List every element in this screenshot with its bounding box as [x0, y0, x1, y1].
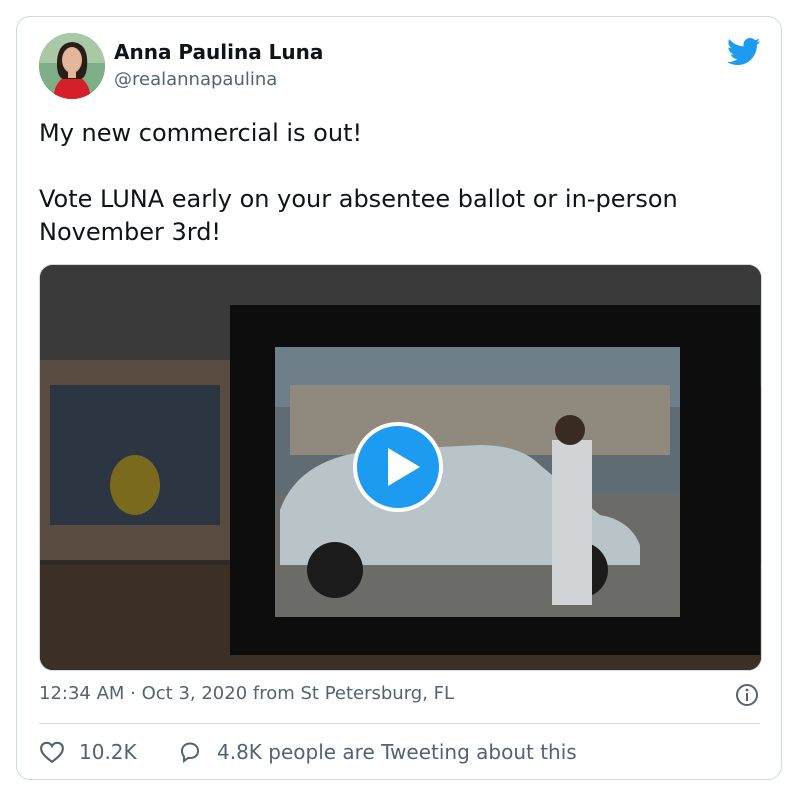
tweet-text: My new commercial is out! Vote LUNA earl… — [39, 119, 678, 246]
like-button[interactable]: 10.2K — [39, 737, 137, 767]
avatar[interactable] — [39, 33, 105, 99]
author-name[interactable]: Anna Paulina Luna — [114, 40, 323, 64]
info-icon[interactable] — [735, 683, 759, 707]
play-button[interactable] — [353, 422, 443, 512]
tweet-card: Anna Paulina Luna @realannapaulina My ne… — [16, 16, 782, 780]
conversation-count-label: 4.8K people are Tweeting about this — [217, 740, 577, 764]
conversation-link[interactable]: 4.8K people are Tweeting about this — [177, 737, 577, 767]
tweet-timestamp[interactable]: 12:34 AM · Oct 3, 2020 from St Petersbur… — [39, 683, 454, 704]
twitter-bird-icon[interactable] — [727, 37, 761, 67]
video-thumbnail[interactable] — [39, 264, 762, 671]
play-icon — [388, 448, 420, 486]
heart-icon — [40, 741, 64, 764]
divider — [39, 723, 760, 724]
author-handle[interactable]: @realannapaulina — [114, 69, 277, 90]
speech-bubble-icon — [180, 742, 200, 763]
like-count: 10.2K — [79, 740, 137, 764]
